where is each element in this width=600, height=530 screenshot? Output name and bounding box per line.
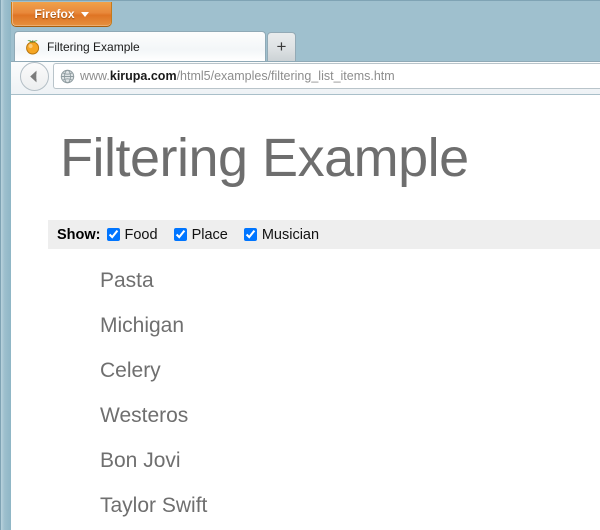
back-button[interactable] bbox=[20, 62, 49, 91]
filter-checkbox-musician-label: Musician bbox=[261, 227, 320, 244]
page-content: Filtering Example Show: Food Place Musician… bbox=[12, 96, 600, 530]
firefox-menu-button[interactable]: Firefox bbox=[11, 2, 112, 27]
browser-tab[interactable]: Filtering Example bbox=[14, 31, 266, 61]
url-bar[interactable]: www.kirupa.com/html5/examples/filtering_… bbox=[53, 63, 600, 89]
filter-bar-inner: Show: Food Place Musician bbox=[57, 220, 335, 249]
new-tab-button[interactable]: + bbox=[267, 32, 296, 61]
list-item[interactable]: Westeros bbox=[100, 393, 580, 438]
filter-checkbox-place-label: Place bbox=[191, 227, 228, 244]
filter-checkbox-food-input[interactable] bbox=[106, 228, 120, 242]
list-item[interactable]: Taylor Swift bbox=[100, 483, 580, 528]
chevron-down-icon bbox=[80, 12, 89, 18]
orange-fruit-favicon-icon bbox=[24, 38, 41, 55]
filter-checkbox-place-input[interactable] bbox=[173, 228, 187, 242]
list-item[interactable]: Celery bbox=[100, 348, 580, 393]
list-item[interactable]: Pasta bbox=[100, 258, 580, 303]
filter-checkbox-place[interactable]: Place bbox=[173, 220, 228, 250]
filtered-item-list: Pasta Michigan Celery Westeros Bon Jovi … bbox=[100, 258, 580, 528]
firefox-menu-button-label: Firefox bbox=[34, 7, 75, 21]
url-text: www.kirupa.com/html5/examples/filtering_… bbox=[80, 64, 395, 88]
filter-bar: Show: Food Place Musician bbox=[48, 220, 600, 249]
filter-checkbox-food[interactable]: Food bbox=[106, 220, 158, 250]
filter-checkbox-musician-input[interactable] bbox=[243, 228, 257, 242]
list-item[interactable]: Michigan bbox=[100, 303, 580, 348]
url-domain: kirupa.com bbox=[109, 69, 177, 83]
filter-checkbox-musician[interactable]: Musician bbox=[243, 220, 320, 250]
window-left-border bbox=[0, 0, 11, 530]
list-item[interactable]: Bon Jovi bbox=[100, 438, 580, 483]
browser-window: Firefox Filtering Example + www.kirupa.c… bbox=[0, 0, 600, 530]
page-title: Filtering Example bbox=[60, 128, 469, 188]
browser-tab-title: Filtering Example bbox=[47, 40, 140, 54]
filter-checkbox-food-label: Food bbox=[124, 227, 158, 244]
url-protocol: www. bbox=[80, 69, 110, 83]
back-arrow-icon bbox=[26, 68, 43, 90]
filter-show-label: Show: bbox=[57, 227, 101, 243]
url-path: /html5/examples/filtering_list_items.htm bbox=[176, 69, 395, 83]
globe-icon bbox=[60, 69, 75, 84]
plus-icon: + bbox=[276, 37, 287, 56]
